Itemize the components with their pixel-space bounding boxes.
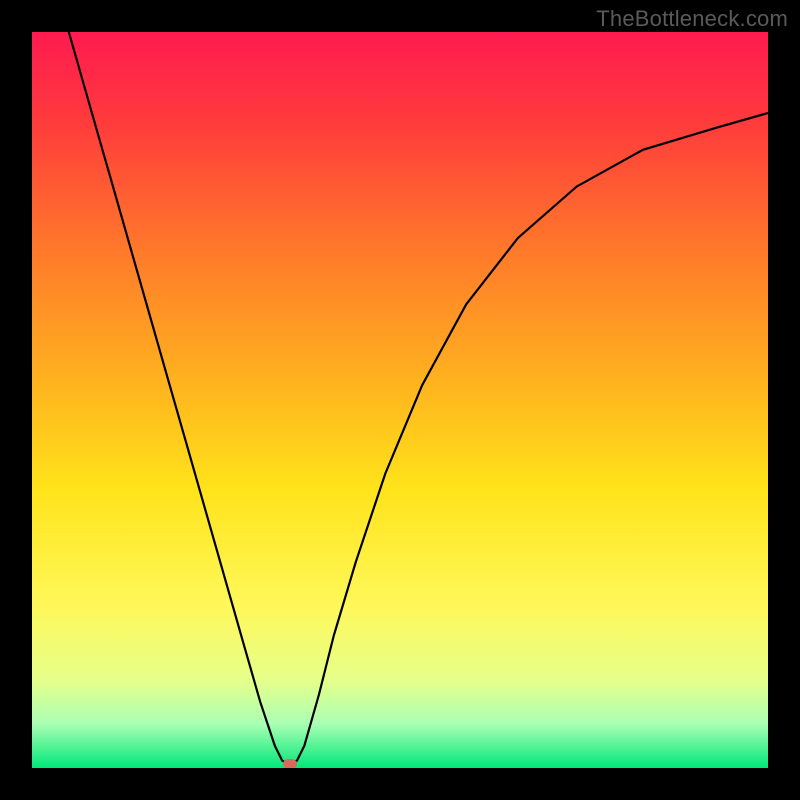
watermark-text: TheBottleneck.com [596,6,788,32]
bottleneck-curve [32,32,768,768]
plot-area [32,32,768,768]
minimum-marker [283,759,297,768]
chart-frame: TheBottleneck.com [0,0,800,800]
